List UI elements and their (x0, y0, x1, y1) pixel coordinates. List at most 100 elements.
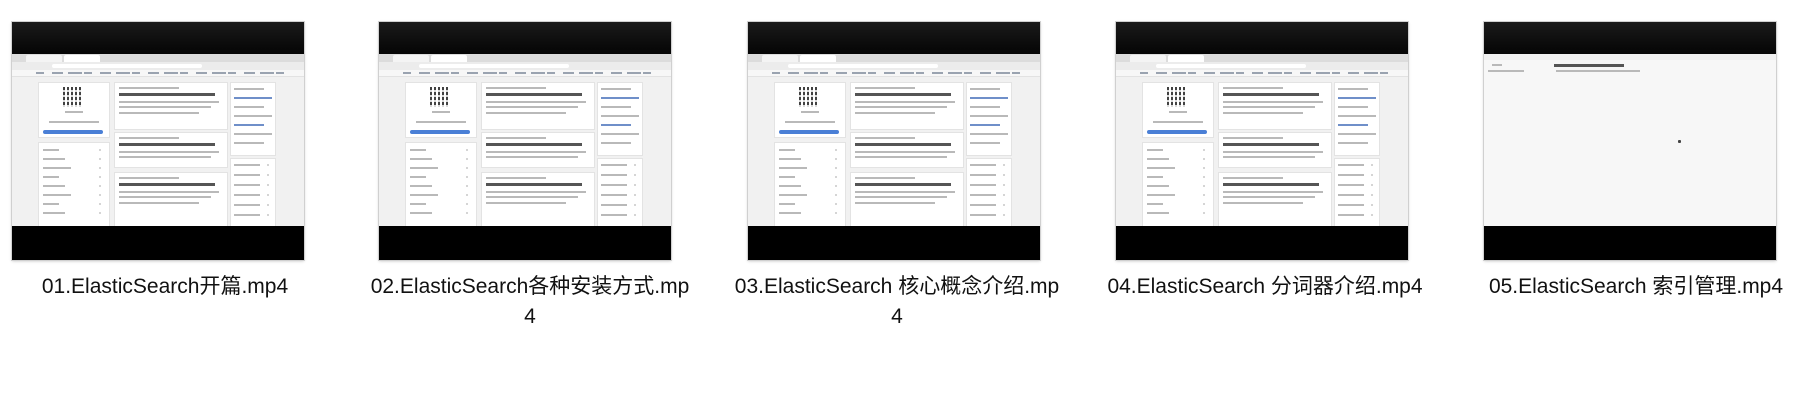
thumb-line (970, 142, 1000, 144)
thumb-line (1223, 87, 1283, 89)
thumb-dot (267, 184, 269, 186)
thumb-line (49, 121, 99, 123)
thumb-right-card (230, 158, 276, 226)
thumb-line (486, 151, 586, 153)
file-name[interactable]: 04.ElasticSearch 分词器介绍.mp4 (1100, 272, 1430, 302)
thumb-dot (1003, 194, 1005, 196)
thumb-bookmark (1140, 72, 1148, 74)
thumb-post-title (486, 93, 582, 96)
thumb-dot (1371, 164, 1373, 166)
thumb-mouse-cursor (1678, 140, 1681, 143)
thumb-dot (1203, 185, 1205, 187)
thumb-line (970, 164, 996, 166)
thumb-line (855, 191, 955, 193)
thumb-browser-tab (1168, 55, 1204, 62)
thumb-line (410, 203, 426, 205)
thumb-bookmark (531, 72, 545, 74)
thumb-line (1338, 174, 1364, 176)
thumb-qr-code (1167, 87, 1187, 107)
thumb-right-card (1334, 158, 1380, 226)
file-name[interactable]: 03.ElasticSearch 核心概念介绍.mp4 (732, 272, 1062, 332)
thumb-line (119, 177, 179, 179)
thumb-follow-button (779, 130, 839, 134)
file-name[interactable]: 02.ElasticSearch各种安装方式.mp4 (365, 272, 695, 332)
thumb-line (801, 111, 819, 113)
thumb-dot (634, 174, 636, 176)
thumb-line (601, 88, 631, 90)
thumb-bookmark (884, 72, 895, 74)
thumb-line (43, 158, 65, 160)
thumb-line (970, 124, 1000, 126)
thumb-bookmark (547, 72, 555, 74)
thumb-dot (835, 185, 837, 187)
thumbnail-screen-doc (1484, 54, 1776, 226)
thumb-line (785, 121, 835, 123)
thumb-dot (1003, 174, 1005, 176)
thumb-follow-button (1147, 130, 1207, 134)
thumb-line (486, 191, 586, 193)
thumb-line (1338, 88, 1368, 90)
thumb-line (1147, 203, 1163, 205)
thumb-browser-tab (800, 55, 836, 62)
thumb-bookmark (212, 72, 226, 74)
video-file-item[interactable]: 01.ElasticSearch开篇.mp4 (0, 0, 330, 418)
video-thumbnail[interactable] (1116, 22, 1408, 260)
thumb-line (234, 106, 264, 108)
thumb-bookmark (1188, 72, 1196, 74)
thumb-follow-button (410, 130, 470, 134)
file-name[interactable]: 01.ElasticSearch开篇.mp4 (0, 272, 330, 302)
thumb-dot (267, 164, 269, 166)
thumb-browser-tab (762, 55, 798, 62)
video-file-item[interactable]: 05.ElasticSearch 索引管理.mp4 (1471, 0, 1801, 418)
thumb-dot (1203, 167, 1205, 169)
thumb-line (486, 177, 546, 179)
thumb-post-title (119, 143, 215, 146)
thumb-post-title (855, 183, 951, 186)
thumb-bookmark (996, 72, 1010, 74)
thumb-dot (267, 204, 269, 206)
thumb-line (119, 191, 219, 193)
thumb-doc-header (1484, 54, 1776, 60)
thumb-bookmarks-bar (1116, 70, 1408, 77)
thumb-line (432, 111, 450, 113)
thumb-line (234, 97, 272, 99)
thumb-line (234, 164, 260, 166)
thumb-post-title (855, 93, 951, 96)
thumb-line (1147, 176, 1163, 178)
thumb-bookmark (148, 72, 159, 74)
thumb-dot (1371, 194, 1373, 196)
video-file-item[interactable]: 03.ElasticSearch 核心概念介绍.mp4 (732, 0, 1062, 418)
thumb-bookmark (1284, 72, 1292, 74)
file-name[interactable]: 05.ElasticSearch 索引管理.mp4 (1471, 272, 1801, 302)
thumb-dot (99, 158, 101, 160)
thumb-line (970, 174, 996, 176)
thumb-dot (835, 212, 837, 214)
thumb-line (410, 167, 438, 169)
video-thumbnail[interactable] (12, 22, 304, 260)
thumb-line (601, 133, 639, 135)
thumb-bookmark (467, 72, 478, 74)
thumb-line (119, 196, 211, 198)
thumb-dot (1003, 164, 1005, 166)
thumb-bookmark (820, 72, 828, 74)
thumb-line (119, 137, 179, 139)
thumb-line (601, 214, 627, 216)
video-file-item[interactable]: 02.ElasticSearch各种安装方式.mp4 (365, 0, 695, 418)
video-thumbnail[interactable] (379, 22, 671, 260)
thumb-qr-code (63, 87, 83, 107)
thumb-line (119, 151, 219, 153)
video-thumbnail[interactable] (1484, 22, 1776, 260)
video-thumbnail[interactable] (748, 22, 1040, 260)
thumb-right-card (597, 158, 643, 226)
thumb-bookmark (1364, 72, 1378, 74)
thumb-line (1223, 191, 1323, 193)
thumb-bookmark (1380, 72, 1388, 74)
thumb-bookmark (611, 72, 622, 74)
thumb-line (119, 106, 211, 108)
thumb-post-card (114, 172, 228, 226)
video-file-item[interactable]: 04.ElasticSearch 分词器介绍.mp4 (1100, 0, 1430, 418)
file-grid: 01.ElasticSearch开篇.mp4 02.ElasticSearch各… (0, 0, 1816, 418)
thumb-line (486, 112, 566, 114)
thumb-line (1492, 64, 1502, 66)
thumb-bookmark (788, 72, 799, 74)
